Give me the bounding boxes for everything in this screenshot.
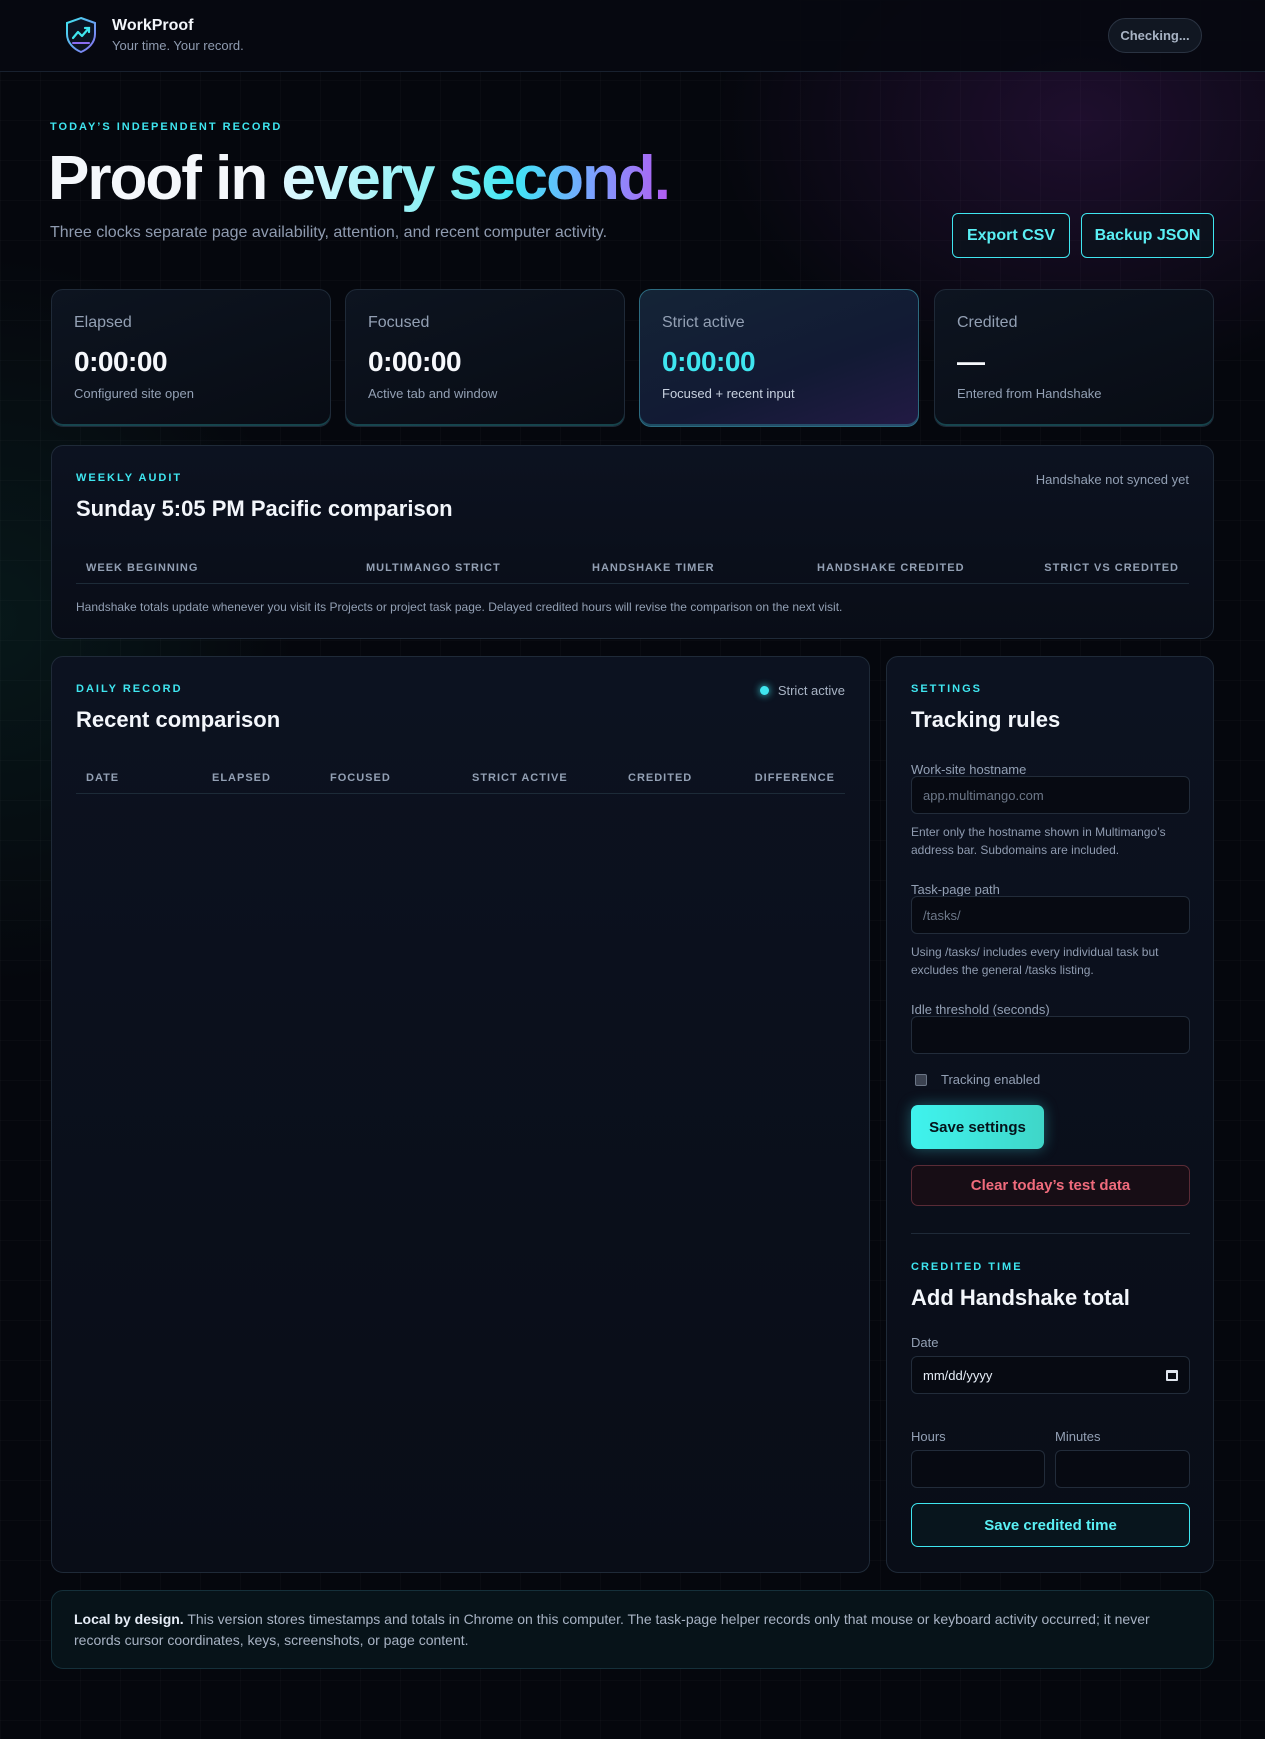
title-part-1: Proof in [48, 144, 268, 213]
stat-card-elapsed: Elapsed 0:00:00 Configured site open [51, 289, 331, 427]
stat-label: Strict active [662, 314, 745, 331]
save-credited-time-button[interactable]: Save credited time [911, 1503, 1190, 1547]
date-placeholder: mm/dd/yyyy [923, 1367, 993, 1383]
stat-note: Configured site open [74, 386, 194, 401]
weekly-note: Handshake totals update whenever you vis… [76, 600, 843, 614]
divider [911, 1233, 1190, 1234]
stat-label: Elapsed [74, 314, 132, 331]
hours-label: Hours [911, 1429, 946, 1444]
hero-eyebrow: TODAY’S INDEPENDENT RECORD [50, 121, 283, 133]
backup-json-button[interactable]: Backup JSON [1081, 213, 1214, 258]
stat-label: Credited [957, 314, 1018, 331]
column-header: DATE [86, 772, 120, 784]
connection-status-badge: Checking... [1108, 18, 1202, 53]
path-label: Task-page path [911, 882, 1000, 897]
hostname-input[interactable]: app.multimango.com [911, 776, 1190, 814]
daily-table-header: DATE ELAPSED FOCUSED STRICT ACTIVE CREDI… [76, 764, 845, 794]
minutes-label: Minutes [1055, 1429, 1101, 1444]
privacy-body: This version stores timestamps and total… [74, 1611, 1150, 1648]
clear-test-data-button[interactable]: Clear today’s test data [911, 1165, 1190, 1206]
daily-eyebrow: DAILY RECORD [76, 683, 183, 695]
credited-title: Add Handshake total [911, 1285, 1130, 1310]
stat-label: Focused [368, 314, 430, 331]
settings-panel: SETTINGS Tracking rules Work-site hostna… [886, 656, 1214, 1573]
strict-active-indicator: Strict active [759, 683, 845, 698]
date-label: Date [911, 1335, 939, 1350]
indicator-label: Strict active [777, 683, 845, 698]
weekly-table-header: WEEK BEGINNING MULTIMANGO STRICT HANDSHA… [76, 554, 1189, 584]
privacy-notice: Local by design. This version stores tim… [51, 1590, 1214, 1669]
daily-title: Recent comparison [76, 707, 281, 732]
weekly-title: Sunday 5:05 PM Pacific comparison [76, 496, 453, 521]
save-settings-button[interactable]: Save settings [911, 1105, 1044, 1149]
idle-threshold-input[interactable] [911, 1016, 1190, 1054]
export-csv-button[interactable]: Export CSV [952, 213, 1070, 258]
stat-value: — [957, 346, 985, 377]
column-header: DIFFERENCE [754, 772, 835, 784]
stat-note: Entered from Handshake [957, 386, 1102, 401]
column-header: STRICT VS CREDITED [1044, 562, 1179, 574]
stat-card-credited: Credited — Entered from Handshake [934, 289, 1214, 427]
column-header: MULTIMANGO STRICT [366, 562, 501, 574]
app-tagline: Your time. Your record. [112, 38, 244, 53]
tracking-label: Tracking enabled [941, 1072, 1041, 1087]
page-subtitle: Three clocks separate page availability,… [50, 224, 608, 241]
path-help: Using /tasks/ includes every individual … [911, 945, 1159, 977]
date-input[interactable]: mm/dd/yyyy [911, 1356, 1190, 1394]
settings-title: Tracking rules [911, 707, 1061, 732]
column-header: STRICT ACTIVE [472, 772, 568, 784]
hours-input[interactable] [911, 1450, 1045, 1488]
page-title: Proof in every second. [48, 142, 671, 216]
column-header: CREDITED [628, 772, 693, 784]
task-path-input[interactable]: /tasks/ [911, 896, 1190, 934]
column-header: HANDSHAKE CREDITED [817, 562, 965, 574]
column-header: ELAPSED [212, 772, 271, 784]
stat-value: 0:00:00 [74, 346, 168, 377]
privacy-lead: Local by design. [74, 1611, 184, 1627]
hostname-help: Enter only the hostname shown in Multima… [911, 825, 1166, 857]
stat-value: 0:00:00 [368, 346, 462, 377]
shield-chart-icon [66, 16, 96, 54]
privacy-text: Local by design. This version stores tim… [74, 1609, 1184, 1651]
stat-card-strict-active: Strict active 0:00:00 Focused + recent i… [639, 289, 919, 427]
stat-value: 0:00:00 [662, 346, 756, 377]
calendar-icon[interactable] [1166, 1369, 1178, 1381]
minutes-input[interactable] [1055, 1450, 1190, 1488]
column-header: HANDSHAKE TIMER [592, 562, 715, 574]
tracking-toggle-row[interactable]: Tracking enabled [915, 1072, 1040, 1087]
weekly-audit-panel: WEEKLY AUDIT Sunday 5:05 PM Pacific comp… [51, 445, 1214, 639]
stat-note: Active tab and window [368, 386, 498, 401]
title-part-2: every second. [281, 144, 671, 213]
daily-record-panel: DAILY RECORD Recent comparison Strict ac… [51, 656, 870, 1573]
column-header: WEEK BEGINNING [86, 562, 199, 574]
stat-card-focused: Focused 0:00:00 Active tab and window [345, 289, 625, 427]
brand: WorkProof Your time. Your record. [64, 16, 244, 54]
credited-eyebrow: CREDITED TIME [911, 1261, 1023, 1273]
weekly-eyebrow: WEEKLY AUDIT [76, 472, 183, 484]
column-header: FOCUSED [330, 772, 391, 784]
app-name: WorkProof [112, 17, 194, 34]
tracking-checkbox[interactable] [915, 1073, 927, 1086]
sync-status: Handshake not synced yet [1035, 472, 1189, 487]
stat-note: Focused + recent input [662, 386, 795, 401]
settings-eyebrow: SETTINGS [911, 683, 983, 695]
hostname-label: Work-site hostname [911, 762, 1027, 777]
top-bar: WorkProof Your time. Your record. Checki… [0, 0, 1265, 72]
idle-label: Idle threshold (seconds) [911, 1002, 1050, 1017]
status-dot-icon [759, 686, 769, 695]
